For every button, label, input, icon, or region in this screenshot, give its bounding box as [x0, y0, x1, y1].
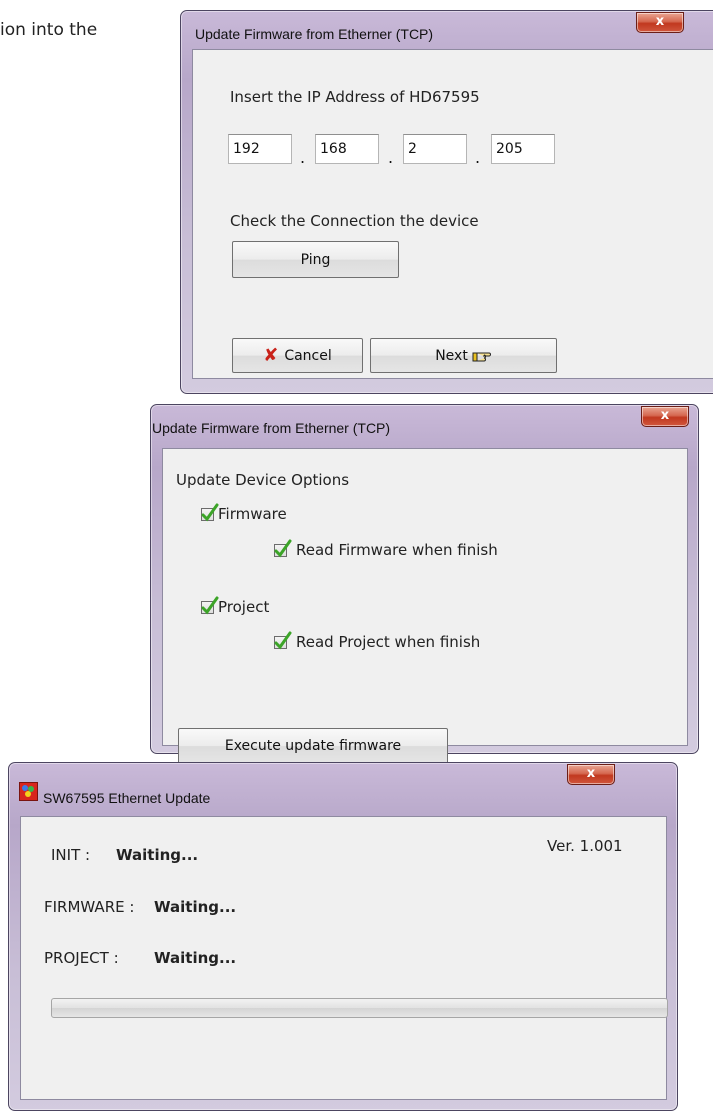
document-text: ion into the [0, 20, 98, 40]
cancel-label: Cancel [284, 347, 332, 364]
cancel-button[interactable]: ✘ Cancel [232, 338, 363, 373]
window-title: SW67595 Ethernet Update [43, 790, 211, 806]
next-button[interactable]: Next [370, 338, 557, 373]
checkmark-icon [274, 631, 292, 650]
title-bar[interactable]: SW67595 Ethernet Update x [9, 763, 677, 806]
close-button[interactable]: x [567, 764, 615, 785]
project-status: Waiting... [154, 949, 237, 967]
window-title: Update Firmware from Etherner (TCP) [152, 420, 391, 436]
ip-octet-3-input[interactable]: 2 [403, 134, 467, 164]
ip-separator: . [388, 148, 394, 167]
read-firmware-checkbox[interactable] [274, 539, 292, 558]
init-status: Waiting... [116, 846, 199, 864]
read-project-option-label: Read Project when finish [296, 633, 481, 651]
project-label: PROJECT : [44, 949, 119, 967]
app-logo-icon [19, 782, 38, 801]
checkmark-icon [201, 596, 219, 615]
read-firmware-option-label: Read Firmware when finish [296, 541, 498, 559]
update-options-label: Update Device Options [176, 471, 350, 489]
init-label: INIT : [51, 846, 91, 864]
project-option-label: Project [218, 598, 270, 616]
ip-octet-1-input[interactable]: 192 [228, 134, 292, 164]
update-options-window: Update Firmware from Etherner (TCP) x Up… [150, 404, 699, 764]
ping-label: Ping [300, 251, 331, 268]
firmware-checkbox[interactable] [201, 503, 219, 522]
x-mark-icon: ✘ [263, 345, 279, 366]
ping-button[interactable]: Ping [232, 241, 399, 278]
ip-separator: . [475, 148, 481, 167]
close-button[interactable]: x [636, 12, 684, 33]
version-label: Ver. 1.001 [547, 837, 623, 855]
ethernet-update-window: SW67595 Ethernet Update x Ver. 1.001 INI… [8, 762, 678, 1111]
project-checkbox[interactable] [201, 596, 219, 615]
update-progress-bar [51, 998, 668, 1018]
ip-instruction-label: Insert the IP Address of HD67595 [230, 88, 480, 106]
firmware-label: FIRMWARE : [44, 898, 135, 916]
ip-separator: . [300, 148, 306, 167]
checkmark-icon [201, 503, 219, 522]
title-bar[interactable]: Update Firmware from Etherner (TCP) x [181, 11, 713, 49]
read-project-checkbox[interactable] [274, 631, 292, 650]
ip-octet-4-input[interactable]: 205 [491, 134, 555, 164]
ip-address-window: Update Firmware from Etherner (TCP) x In… [180, 10, 713, 394]
next-label: Next [435, 347, 468, 364]
check-connection-label: Check the Connection the device [230, 212, 479, 230]
checkmark-icon [274, 539, 292, 558]
window-client-area: Update Device Options Firmware Read Firm… [162, 448, 688, 764]
firmware-status: Waiting... [154, 898, 237, 916]
execute-update-label: Execute update firmware [224, 738, 402, 754]
title-bar[interactable]: Update Firmware from Etherner (TCP) x [151, 405, 698, 443]
window-client-area: Ver. 1.001 INIT : Waiting... FIRMWARE : … [20, 816, 668, 1100]
execute-update-button[interactable]: Execute update firmware [178, 728, 448, 764]
pointing-hand-icon [472, 352, 491, 361]
ip-octet-2-input[interactable]: 168 [315, 134, 379, 164]
close-button[interactable]: x [641, 406, 689, 427]
window-client-area: Insert the IP Address of HD67595 192 . 1… [192, 49, 713, 379]
window-title: Update Firmware from Etherner (TCP) [195, 26, 434, 42]
firmware-option-label: Firmware [218, 505, 287, 523]
